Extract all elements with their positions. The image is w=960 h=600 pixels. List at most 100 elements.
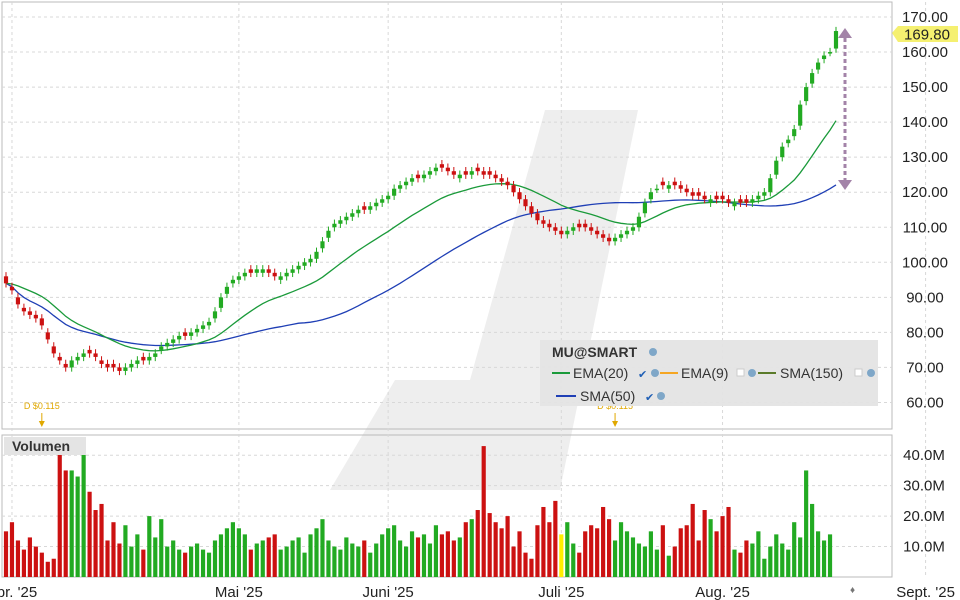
candle xyxy=(236,276,241,280)
volume-bar xyxy=(529,558,534,577)
candle xyxy=(511,185,516,193)
candle xyxy=(654,188,659,191)
candle xyxy=(194,328,200,333)
volume-bar xyxy=(3,531,9,577)
volume-bar xyxy=(475,510,480,577)
candle xyxy=(57,356,62,361)
price-tick-label: 170.00 xyxy=(902,9,948,26)
candle xyxy=(565,230,570,235)
candle xyxy=(624,230,630,235)
volume-bar xyxy=(230,522,235,577)
candle xyxy=(505,181,510,186)
volume-bar xyxy=(242,534,247,577)
candle xyxy=(21,307,27,312)
legend-box: MU@SMART EMA(20) ✔ EMA(9) SMA(150) SMA(5… xyxy=(540,340,878,406)
volume-bar xyxy=(320,519,325,577)
volume-bar xyxy=(595,528,600,577)
candle xyxy=(356,209,361,214)
candle xyxy=(642,202,648,214)
sma50-line xyxy=(5,184,837,347)
x-tick-label: Apr. '25 xyxy=(0,584,37,600)
checkbox-icon[interactable] xyxy=(736,368,745,377)
volume-bar xyxy=(39,552,44,577)
volume-bar xyxy=(403,546,409,577)
volume-bar xyxy=(284,546,289,577)
candle xyxy=(218,297,224,308)
gear-icon[interactable] xyxy=(657,392,665,400)
candle xyxy=(165,342,170,347)
volume-bar xyxy=(768,546,773,577)
volume-bar xyxy=(15,540,21,577)
candle xyxy=(553,227,558,231)
volume-bar xyxy=(720,516,725,577)
candle xyxy=(320,241,325,249)
volume-bar xyxy=(445,531,450,577)
candle xyxy=(499,178,504,182)
candle xyxy=(714,195,719,200)
price-tick-label: 70.00 xyxy=(906,359,944,376)
candle xyxy=(666,185,671,189)
volume-bar xyxy=(762,558,767,577)
volume-bar xyxy=(684,525,689,577)
volume-bar xyxy=(421,534,427,577)
candle xyxy=(392,188,397,196)
candle xyxy=(272,272,277,277)
volume-bar xyxy=(618,522,624,577)
volume-bar xyxy=(338,549,343,577)
volume-bar xyxy=(487,513,492,577)
volume-bar xyxy=(380,534,385,577)
volume-bar xyxy=(756,531,761,577)
candle xyxy=(386,195,391,200)
volume-bar xyxy=(362,540,367,577)
volume-bar xyxy=(744,540,749,577)
last-price-label: 169.80 xyxy=(904,27,950,44)
candle xyxy=(415,174,421,179)
volume-bar xyxy=(601,506,606,577)
candle xyxy=(338,220,343,224)
candle xyxy=(403,181,409,186)
volume-bar xyxy=(666,555,671,577)
volume-bar xyxy=(738,552,743,577)
candle xyxy=(517,192,522,200)
candle xyxy=(738,199,743,203)
legend-ema20: EMA(20) xyxy=(573,365,628,381)
candle xyxy=(439,164,444,168)
volume-bar xyxy=(427,543,433,577)
candle xyxy=(780,146,785,158)
check-icon[interactable]: ✔ xyxy=(645,392,654,404)
gear-icon[interactable] xyxy=(748,369,756,377)
candle xyxy=(577,223,582,228)
volume-bar xyxy=(368,552,373,577)
candle xyxy=(75,356,80,361)
candle xyxy=(129,363,134,368)
volume-bar xyxy=(792,522,797,577)
candle xyxy=(535,213,540,221)
gear-icon[interactable] xyxy=(867,369,875,377)
volume-bar xyxy=(260,540,265,577)
candle xyxy=(678,185,683,189)
price-tick-label: 160.00 xyxy=(902,44,948,61)
volume-bar xyxy=(798,537,803,577)
gear-icon[interactable] xyxy=(649,348,657,356)
volume-bar xyxy=(75,476,80,577)
check-icon[interactable]: ✔ xyxy=(638,369,647,381)
volume-bar xyxy=(33,546,38,577)
volume-bar xyxy=(356,546,361,577)
candle xyxy=(601,234,606,238)
x-tick-label: Juni '25 xyxy=(363,584,414,600)
scroll-arrow-icon[interactable]: ♦ xyxy=(850,585,855,596)
price-tick-label: 140.00 xyxy=(902,114,948,131)
checkbox-icon[interactable] xyxy=(854,368,863,377)
candle xyxy=(690,192,695,196)
price-tick-label: 130.00 xyxy=(902,149,948,166)
candle xyxy=(99,360,104,364)
volume-bar xyxy=(589,525,594,577)
volume-bar xyxy=(57,449,62,577)
candle xyxy=(427,171,433,175)
gear-icon[interactable] xyxy=(651,369,659,377)
volume-bar xyxy=(433,525,439,577)
volume-bar xyxy=(678,528,683,577)
candle xyxy=(332,223,337,228)
candle xyxy=(768,178,773,193)
volume-bar xyxy=(726,506,731,577)
